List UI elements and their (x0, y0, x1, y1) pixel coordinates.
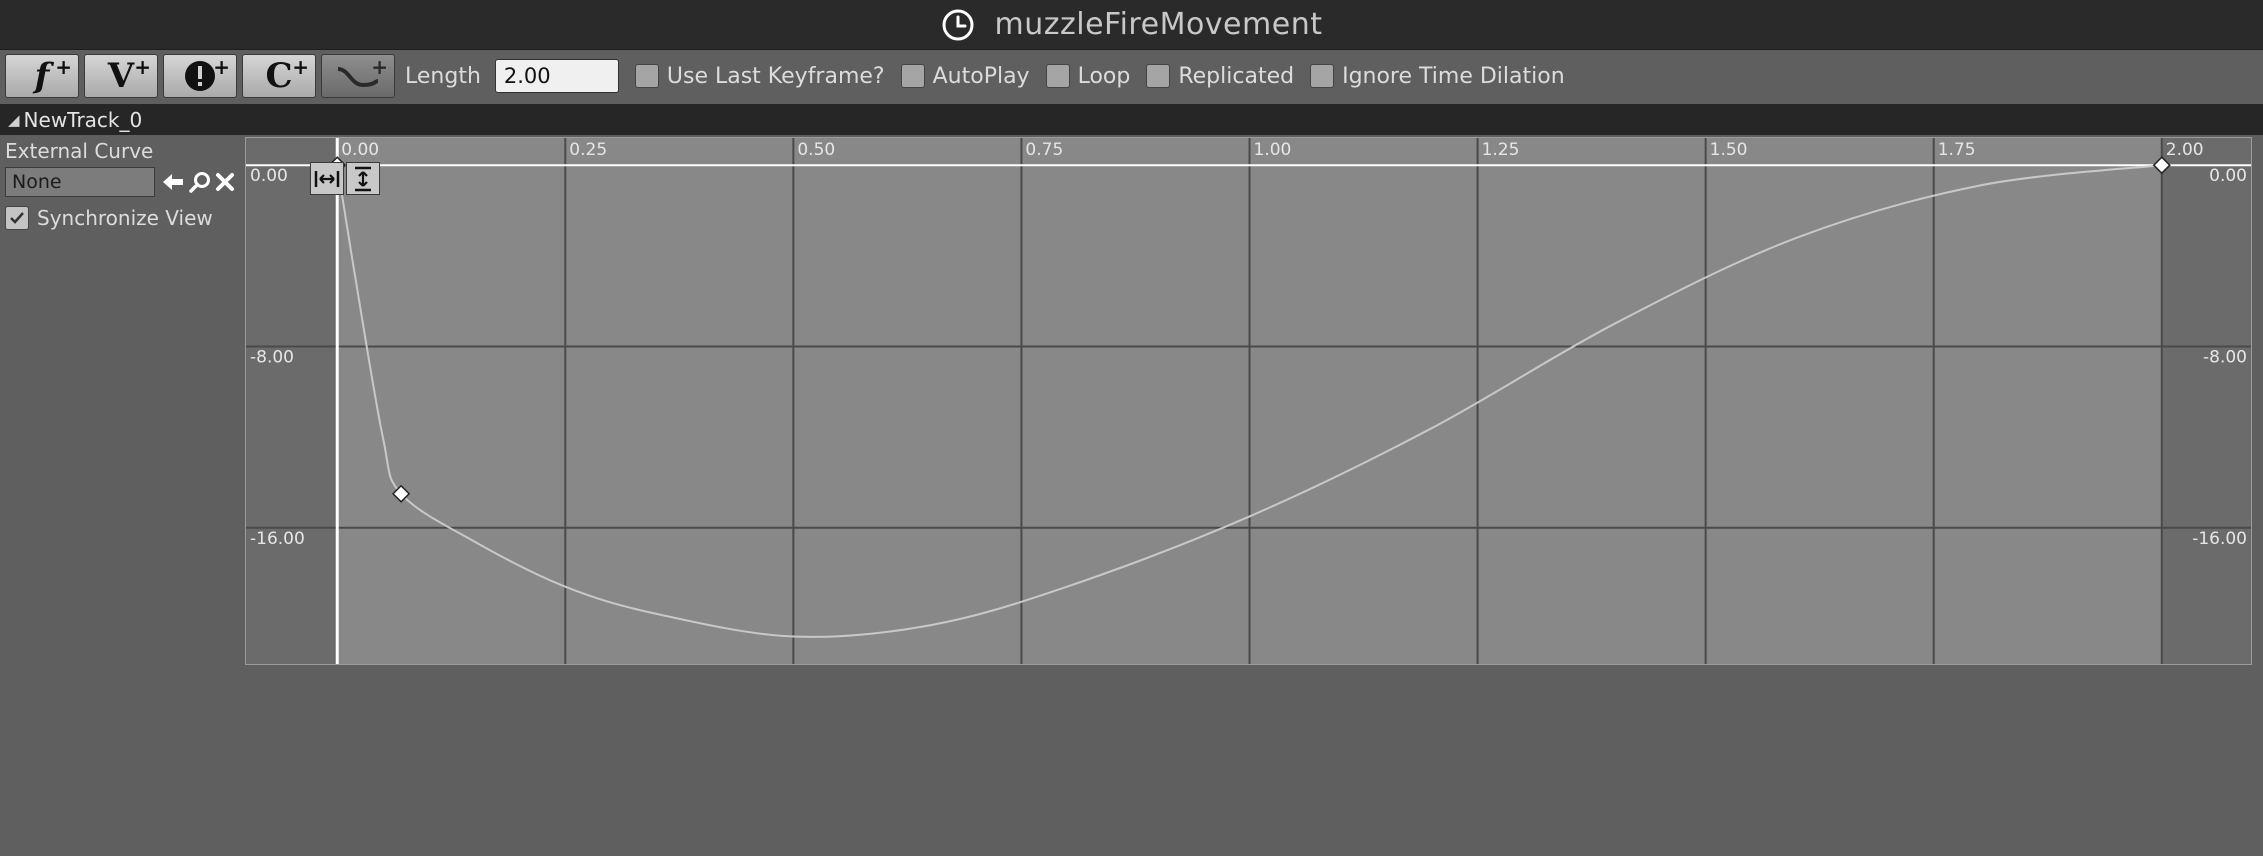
collapse-arrow-icon[interactable]: ◢ (8, 111, 20, 129)
plus-icon: + (213, 55, 230, 79)
loop-label: Loop (1077, 63, 1131, 89)
x-tick-label: 2.00 (2166, 140, 2204, 160)
use-last-keyframe-label: Use Last Keyframe? (666, 63, 885, 89)
zoom-to-fit-horizontal-button[interactable] (310, 162, 344, 195)
use-last-keyframe-option[interactable]: Use Last Keyframe? (634, 63, 885, 89)
curve-graph[interactable]: 0.00 0.25 0.50 0.75 1.00 1.25 1.50 1.75 2.000.00… (246, 138, 2252, 665)
autoplay-option[interactable]: AutoPlay (900, 63, 1030, 89)
loop-option[interactable]: Loop (1045, 63, 1131, 89)
fit-vertical-icon (355, 166, 371, 191)
y-tick-label-right: -8.00 (2203, 347, 2247, 367)
track-settings-panel: External Curve None Synchronize View (0, 136, 240, 336)
synchronize-view-option[interactable]: Synchronize View (5, 206, 213, 230)
curve-editor[interactable]: 0.00 0.25 0.50 0.75 1.00 1.25 1.50 1.75 2.00 0.00… (245, 137, 2252, 665)
x-tick-label: 1.00 (1254, 140, 1292, 160)
float-track-icon: f (34, 56, 50, 96)
plus-icon: + (55, 55, 72, 79)
add-vector-track-button[interactable]: V + (84, 54, 158, 98)
synchronize-view-checkbox[interactable] (5, 206, 29, 230)
autoplay-label: AutoPlay (932, 63, 1030, 89)
track-header[interactable]: ◢ NewTrack_0 (0, 104, 2263, 135)
x-tick-label: 1.75 (1938, 140, 1976, 160)
x-tick-label: 0.75 (1025, 140, 1063, 160)
plus-icon: + (371, 55, 388, 79)
length-input[interactable] (494, 59, 619, 93)
x-tick-label: 1.25 (1482, 140, 1520, 160)
plus-icon: + (292, 55, 309, 79)
use-last-keyframe-checkbox[interactable] (634, 64, 659, 88)
loop-checkbox[interactable] (1045, 64, 1070, 88)
empty-track-area (0, 666, 2263, 856)
y-tick-label-left: -16.00 (250, 529, 305, 549)
y-tick-label-left: -8.00 (250, 347, 294, 367)
vector-track-icon: V (107, 56, 135, 96)
add-color-track-button[interactable]: C + (242, 54, 316, 98)
replicated-checkbox[interactable] (1146, 64, 1171, 88)
zoom-buttons (310, 162, 380, 195)
external-curve-picker[interactable]: None (5, 167, 155, 197)
synchronize-view-label: Synchronize View (37, 206, 213, 230)
use-selected-arrow-icon[interactable] (161, 170, 185, 194)
browse-search-icon[interactable] (188, 170, 212, 194)
x-tick-label: 0.50 (797, 140, 835, 160)
color-track-icon: C (265, 56, 293, 96)
event-track-icon (185, 61, 215, 91)
length-label: Length (405, 63, 481, 89)
y-tick-label-right: 0.00 (2209, 166, 2247, 186)
ignore-time-dilation-option[interactable]: Ignore Time Dilation (1310, 64, 1565, 89)
toolbar: f + V + + C + + Length Use Last Keyframe… (0, 50, 2263, 102)
add-float-track-button[interactable]: f + (5, 54, 79, 98)
track-name: NewTrack_0 (23, 107, 143, 132)
y-tick-label-right: -16.00 (2192, 529, 2247, 549)
replicated-label: Replicated (1178, 63, 1295, 89)
zoom-to-fit-vertical-button[interactable] (346, 162, 380, 195)
fit-horizontal-icon (314, 170, 340, 187)
clear-x-icon[interactable] (214, 170, 236, 194)
x-tick-label: 0.25 (569, 140, 607, 160)
checkmark-icon (10, 212, 24, 224)
autoplay-checkbox[interactable] (900, 64, 925, 88)
add-curve-asset-button[interactable]: + (321, 54, 395, 98)
y-tick-label-left: 0.00 (250, 166, 288, 186)
plus-icon: + (134, 55, 151, 79)
ignore-time-dilation-label: Ignore Time Dilation (1342, 63, 1565, 89)
external-curve-label: External Curve (5, 139, 154, 163)
replicated-option[interactable]: Replicated (1146, 64, 1294, 89)
title-bar: muzzleFireMovement (0, 0, 2263, 50)
x-tick-label: 0.00 (341, 140, 379, 160)
add-event-track-button[interactable]: + (163, 54, 237, 98)
clock-icon (942, 9, 973, 40)
ignore-time-dilation-checkbox[interactable] (1310, 64, 1335, 88)
x-tick-label: 1.50 (1710, 140, 1748, 160)
window-title: muzzleFireMovement (994, 7, 1323, 42)
